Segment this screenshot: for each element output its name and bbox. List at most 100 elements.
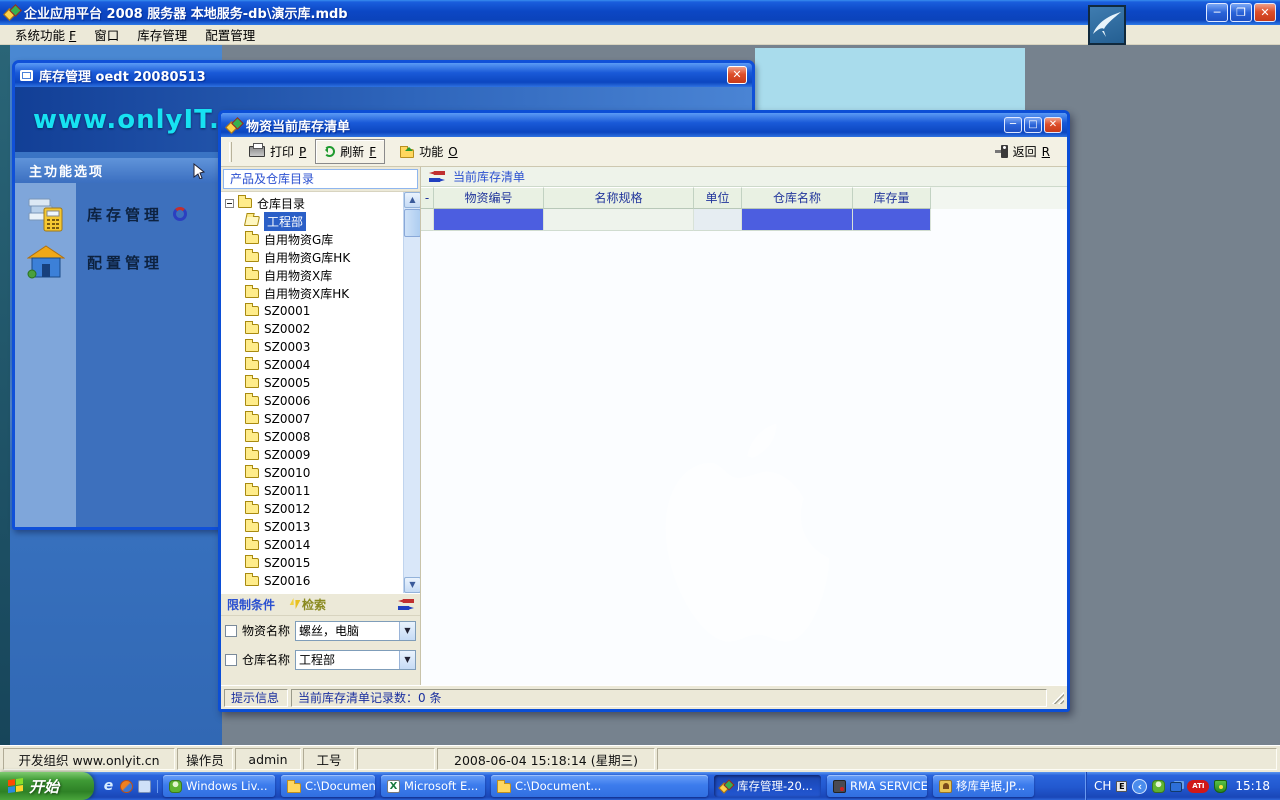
scroll-up-icon[interactable]: ▲: [404, 192, 420, 208]
taskbar-button[interactable]: 库存管理-20...: [714, 775, 821, 797]
tree-item-label: 自用物资G库: [264, 231, 333, 248]
chevron-left-icon[interactable]: ‹: [1132, 779, 1147, 794]
tree-item[interactable]: 自用物资G库HK: [221, 248, 403, 266]
column-header[interactable]: 库存量: [853, 187, 931, 209]
taskbar-button[interactable]: Windows Liv...: [163, 775, 275, 797]
restore-button[interactable]: ❐: [1230, 3, 1252, 22]
tree-item[interactable]: SZ0014: [221, 536, 403, 554]
search-button[interactable]: 检索: [302, 596, 326, 613]
folder-icon: [497, 783, 511, 793]
taskbar-button-label: RMA SERVICE: [850, 779, 927, 793]
chevron-down-icon[interactable]: ▼: [399, 651, 415, 669]
grid-row[interactable]: [421, 209, 1067, 231]
ati-icon[interactable]: ATI: [1187, 780, 1209, 793]
tree-root[interactable]: 仓库目录: [221, 194, 403, 212]
grid-cell[interactable]: [742, 209, 853, 231]
window-icon[interactable]: [138, 780, 151, 793]
filter-title: 限制条件: [227, 596, 275, 613]
column-header[interactable]: -: [421, 187, 434, 209]
grid-cell[interactable]: [544, 209, 694, 231]
start-button[interactable]: 开始: [0, 772, 94, 800]
media-player-icon[interactable]: [120, 780, 133, 793]
swap-icon[interactable]: [398, 599, 414, 610]
tree-item[interactable]: SZ0009: [221, 446, 403, 464]
tree-item[interactable]: SZ0015: [221, 554, 403, 572]
tree-item[interactable]: SZ0002: [221, 320, 403, 338]
tree-item[interactable]: 工程部: [221, 212, 403, 230]
scroll-down-icon[interactable]: ▼: [404, 577, 420, 593]
tree-item-label: SZ0008: [264, 430, 310, 444]
inner-titlebar[interactable]: 物资当前库存清单 ─ □ ✕: [221, 113, 1067, 137]
inner-statusbar: 提示信息 当前库存清单记录数：0 条: [221, 685, 1067, 709]
current-stock-window: 物资当前库存清单 ─ □ ✕ 打印P 刷新F: [218, 110, 1070, 712]
warehouse-name-combo[interactable]: 工程部 ▼: [295, 650, 416, 670]
grid-cell[interactable]: [694, 209, 742, 231]
system-tray: CH E‹ATI15:18: [1085, 772, 1280, 800]
sidebar-item-inventory[interactable]: 库存管理: [15, 191, 221, 237]
tree-item[interactable]: 自用物资X库HK: [221, 284, 403, 302]
taskbar-button[interactable]: 移库单据.JP...: [933, 775, 1034, 797]
taskbar-button-label: C:\Document...: [515, 779, 601, 793]
print-button[interactable]: 打印P: [240, 139, 315, 164]
refresh-button[interactable]: 刷新F: [315, 139, 385, 164]
grid-cell[interactable]: [421, 209, 434, 231]
material-name-combo[interactable]: 螺丝，电脑 ▼: [295, 621, 416, 641]
tree-item[interactable]: SZ0010: [221, 464, 403, 482]
column-header[interactable]: 物资编号: [434, 187, 544, 209]
taskbar-button[interactable]: C:\Document...: [491, 775, 708, 797]
tree-item-label: 自用物资X库: [264, 267, 332, 284]
tree-item[interactable]: SZ0003: [221, 338, 403, 356]
tree-item[interactable]: SZ0016: [221, 572, 403, 590]
resize-grip[interactable]: [1052, 692, 1064, 704]
taskbar-button[interactable]: C:\Document...: [281, 775, 375, 797]
app-title: 企业应用平台 2008 服务器 本地服务-db\演示库.mdb: [24, 3, 348, 22]
sidebar-item-config[interactable]: 配置管理: [15, 239, 221, 285]
column-header[interactable]: 名称规格: [544, 187, 694, 209]
minimize-button[interactable]: ─: [1206, 3, 1228, 22]
keyboard-icon[interactable]: E: [1116, 781, 1127, 792]
taskbar-button[interactable]: XMicrosoft E...: [381, 775, 485, 797]
inner-close-button[interactable]: ✕: [1044, 117, 1062, 133]
outer-close-button[interactable]: ✕: [727, 66, 747, 84]
tree-item[interactable]: SZ0001: [221, 302, 403, 320]
column-header[interactable]: 单位: [694, 187, 742, 209]
warehouse-name-checkbox[interactable]: [225, 654, 237, 666]
ie-icon[interactable]: e: [102, 780, 115, 793]
outer-titlebar[interactable]: 库存管理 oedt 20080513 ✕: [15, 63, 752, 87]
inner-minimize-button[interactable]: ─: [1004, 117, 1022, 133]
tree-item[interactable]: SZ0011: [221, 482, 403, 500]
folder-icon: [245, 558, 259, 568]
menu-item-config[interactable]: 配置管理: [196, 24, 264, 45]
tree-item[interactable]: SZ0013: [221, 518, 403, 536]
functions-button[interactable]: 功能O: [391, 139, 466, 164]
menu-item-window[interactable]: 窗口: [85, 24, 128, 45]
tree-item[interactable]: SZ0006: [221, 392, 403, 410]
scrollbar-thumb[interactable]: [404, 209, 420, 237]
column-header[interactable]: 仓库名称: [742, 187, 853, 209]
close-button[interactable]: ✕: [1254, 3, 1276, 22]
menu-item-system[interactable]: 系统功能 F: [6, 24, 85, 45]
tree-item[interactable]: 自用物资G库: [221, 230, 403, 248]
display-icon[interactable]: [1170, 782, 1182, 792]
inner-maximize-button[interactable]: □: [1024, 117, 1042, 133]
material-name-checkbox[interactable]: [225, 625, 237, 637]
tree-item[interactable]: SZ0007: [221, 410, 403, 428]
grid-cell[interactable]: [853, 209, 931, 231]
grid-cell[interactable]: [434, 209, 544, 231]
chevron-down-icon[interactable]: ▼: [399, 622, 415, 640]
tree-scrollbar[interactable]: ▲ ▼: [403, 192, 420, 593]
app-logo-icon: [4, 5, 19, 20]
tree-item[interactable]: 自用物资X库: [221, 266, 403, 284]
tree-item[interactable]: SZ0005: [221, 374, 403, 392]
tree-item[interactable]: SZ0004: [221, 356, 403, 374]
collapse-icon[interactable]: [225, 199, 234, 208]
messenger-tray-icon[interactable]: [1152, 780, 1165, 793]
menu-item-inventory[interactable]: 库存管理: [128, 24, 196, 45]
shield-icon[interactable]: [1214, 780, 1227, 793]
tree-item[interactable]: SZ0008: [221, 428, 403, 446]
taskbar-button[interactable]: RMA SERVICE: [827, 775, 927, 797]
folder-icon: [245, 576, 259, 586]
tree-item[interactable]: SZ0012: [221, 500, 403, 518]
language-indicator[interactable]: CH: [1094, 779, 1111, 793]
return-button[interactable]: 返回R: [992, 139, 1059, 164]
